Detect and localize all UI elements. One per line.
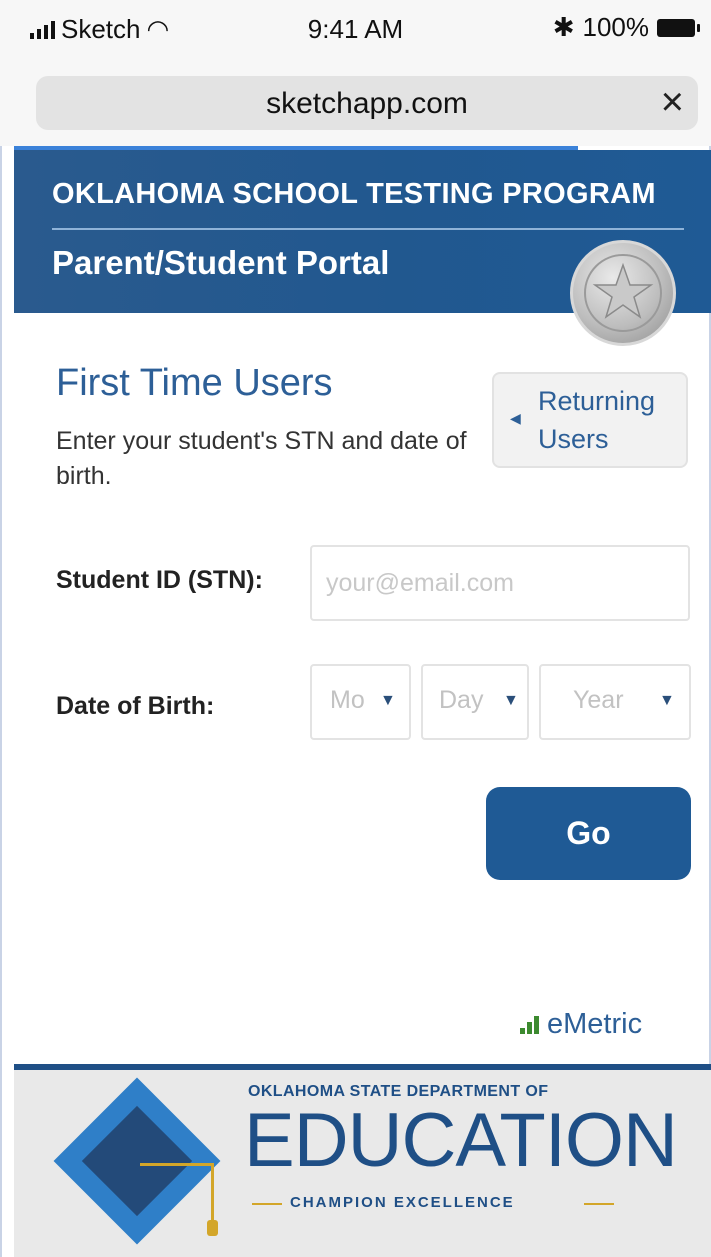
emetric-logo[interactable]: eMetric [520, 1008, 642, 1041]
tassel-end [207, 1220, 218, 1236]
bluetooth-icon: ✱ [552, 12, 575, 42]
returning-users-label: Returning Users [538, 386, 656, 454]
portal-title: Parent/Student Portal [52, 244, 390, 281]
stn-label: Student ID (STN): [56, 566, 263, 594]
emetric-label: eMetric [547, 1008, 643, 1040]
close-icon[interactable]: × [661, 80, 684, 124]
state-seal-logo [570, 240, 676, 346]
chevron-down-icon: ▼ [380, 692, 396, 709]
year-value: Year [573, 686, 624, 714]
dob-day-select[interactable]: Day ▼ [421, 664, 529, 740]
caret-left-icon: ◀ [510, 410, 521, 426]
tagline: CHAMPION EXCELLENCE [290, 1194, 515, 1211]
dob-month-select[interactable]: Mo ▼ [310, 664, 411, 740]
go-button[interactable]: Go [486, 787, 691, 880]
battery-percent: 100% [582, 12, 650, 42]
tassel-cord [211, 1163, 214, 1223]
tagline-rule-left [252, 1203, 282, 1205]
emetric-bars-icon [520, 1015, 539, 1034]
dob-label: Date of Birth: [56, 692, 215, 720]
program-title: OKLAHOMA SCHOOL TESTING PROGRAM [52, 178, 656, 210]
education-wordmark: EDUCATION [244, 1098, 678, 1183]
returning-users-button[interactable]: ◀ Returning Users [492, 372, 688, 468]
header-divider [52, 228, 684, 230]
status-bar: Sketch ◠ 9:41 AM ✱ 100% [0, 0, 711, 64]
instructions-text: Enter your student's STN and date of bir… [56, 427, 467, 490]
url-text: sketchapp.com [266, 87, 468, 120]
stn-input[interactable] [310, 545, 690, 621]
chevron-down-icon: ▼ [659, 692, 675, 709]
tassel-icon [140, 1163, 214, 1166]
battery-icon [657, 18, 700, 37]
tagline-rule-right [584, 1203, 614, 1205]
dob-year-select[interactable]: Year ▼ [539, 664, 691, 740]
chevron-down-icon: ▼ [503, 692, 519, 709]
battery-group: ✱ 100% [552, 12, 700, 43]
section-title: First Time Users [56, 362, 333, 404]
browser-bar: sketchapp.com × [0, 62, 711, 146]
month-value: Mo [330, 686, 365, 714]
day-value: Day [439, 686, 484, 714]
address-bar[interactable]: sketchapp.com × [36, 76, 698, 130]
